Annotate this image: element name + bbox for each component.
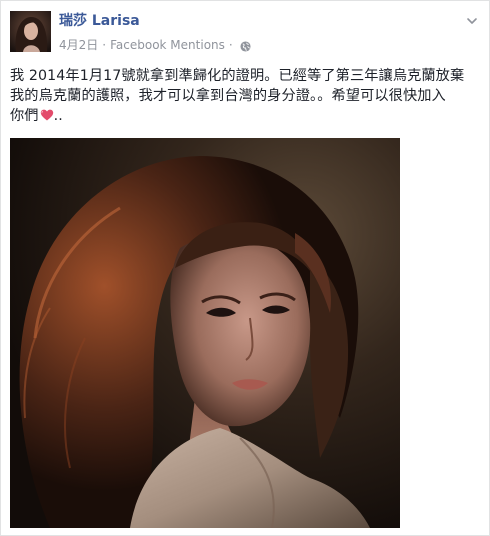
facebook-post: 瑞莎 Larisa 4月2日 · Facebook Mentions · 我 2… — [0, 0, 490, 536]
meta-separator: · — [102, 38, 107, 52]
heart-icon — [40, 107, 54, 121]
chevron-down-icon[interactable] — [465, 13, 479, 27]
post-photo[interactable] — [10, 138, 400, 528]
author-name[interactable]: 瑞莎 Larisa — [59, 12, 140, 30]
post-text-line: 我 2014年1月17號就拿到準歸化的證明。已經等了第三年讓烏克蘭放棄 — [10, 68, 465, 84]
post-via[interactable]: Facebook Mentions — [110, 37, 225, 53]
post-meta: 4月2日 · Facebook Mentions · — [59, 37, 251, 53]
post-date[interactable]: 4月2日 — [59, 37, 98, 53]
post-text: 我 2014年1月17號就拿到準歸化的證明。已經等了第三年讓烏克蘭放棄 我的烏克… — [10, 66, 480, 126]
avatar-photo — [10, 11, 51, 52]
avatar[interactable] — [10, 11, 51, 52]
globe-icon[interactable] — [240, 40, 251, 52]
post-text-suffix: .. — [53, 108, 63, 124]
post-text-line: 你們 — [10, 108, 39, 124]
post-text-line-last: 你們.. — [10, 106, 480, 126]
meta-separator-2: · — [228, 38, 233, 52]
post-text-line: 我的烏克蘭的護照，我才可以拿到台灣的身分證。。希望可以很快加入 — [10, 88, 446, 104]
